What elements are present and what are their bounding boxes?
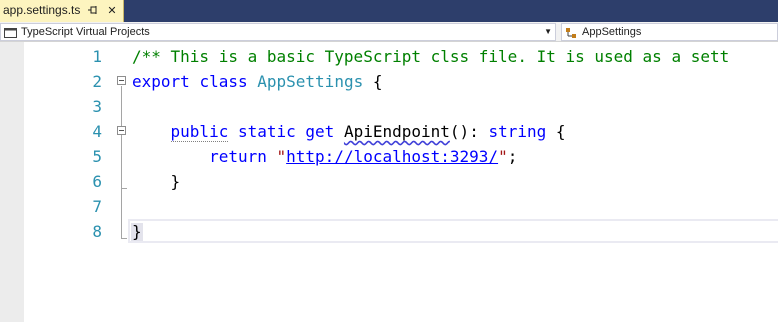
code-line: 7	[0, 194, 778, 219]
line-number: 4	[92, 122, 102, 141]
code-text: }	[132, 222, 142, 241]
code-line: 3	[0, 94, 778, 119]
code-line: 1 /** This is a basic TypeScript clss fi…	[0, 44, 778, 69]
code-text: export class AppSettings {	[132, 72, 383, 91]
code-line: 2 export class AppSettings {	[0, 69, 778, 94]
project-dropdown[interactable]: TypeScript Virtual Projects ▼	[0, 23, 556, 41]
line-number: 1	[92, 47, 102, 66]
code-text: }	[132, 172, 181, 191]
pin-icon[interactable]	[86, 4, 100, 18]
member-dropdown-label: AppSettings	[582, 26, 642, 38]
line-number: 6	[92, 172, 102, 191]
code-line: 5 return "http://localhost:3293/";	[0, 144, 778, 169]
tab-app-settings[interactable]: app.settings.ts ✕	[0, 0, 124, 22]
member-dropdown[interactable]: AppSettings	[561, 23, 778, 41]
line-number: 8	[92, 222, 102, 241]
code-editor[interactable]: 1 /** This is a basic TypeScript clss fi…	[0, 42, 778, 322]
code-line: 4 public static get ApiEndpoint(): strin…	[0, 119, 778, 144]
project-icon	[4, 26, 17, 38]
project-dropdown-label: TypeScript Virtual Projects	[21, 26, 150, 38]
tab-title: app.settings.ts	[3, 3, 81, 17]
line-number: 5	[92, 147, 102, 166]
class-icon	[565, 26, 578, 38]
code-line: 8 }	[0, 219, 778, 244]
close-icon[interactable]: ✕	[105, 4, 119, 18]
code-text: /** This is a basic TypeScript clss file…	[132, 47, 730, 66]
code-line: 6 }	[0, 169, 778, 194]
line-number: 2	[92, 72, 102, 91]
line-number: 3	[92, 97, 102, 116]
navigation-bar: TypeScript Virtual Projects ▼ AppSetting…	[0, 22, 778, 42]
code-text: public static get ApiEndpoint(): string …	[170, 122, 566, 142]
code-text: return "http://localhost:3293/";	[209, 147, 518, 166]
chevron-down-icon: ▼	[544, 27, 552, 36]
document-tab-strip: app.settings.ts ✕	[0, 0, 778, 22]
line-number: 7	[92, 197, 102, 216]
